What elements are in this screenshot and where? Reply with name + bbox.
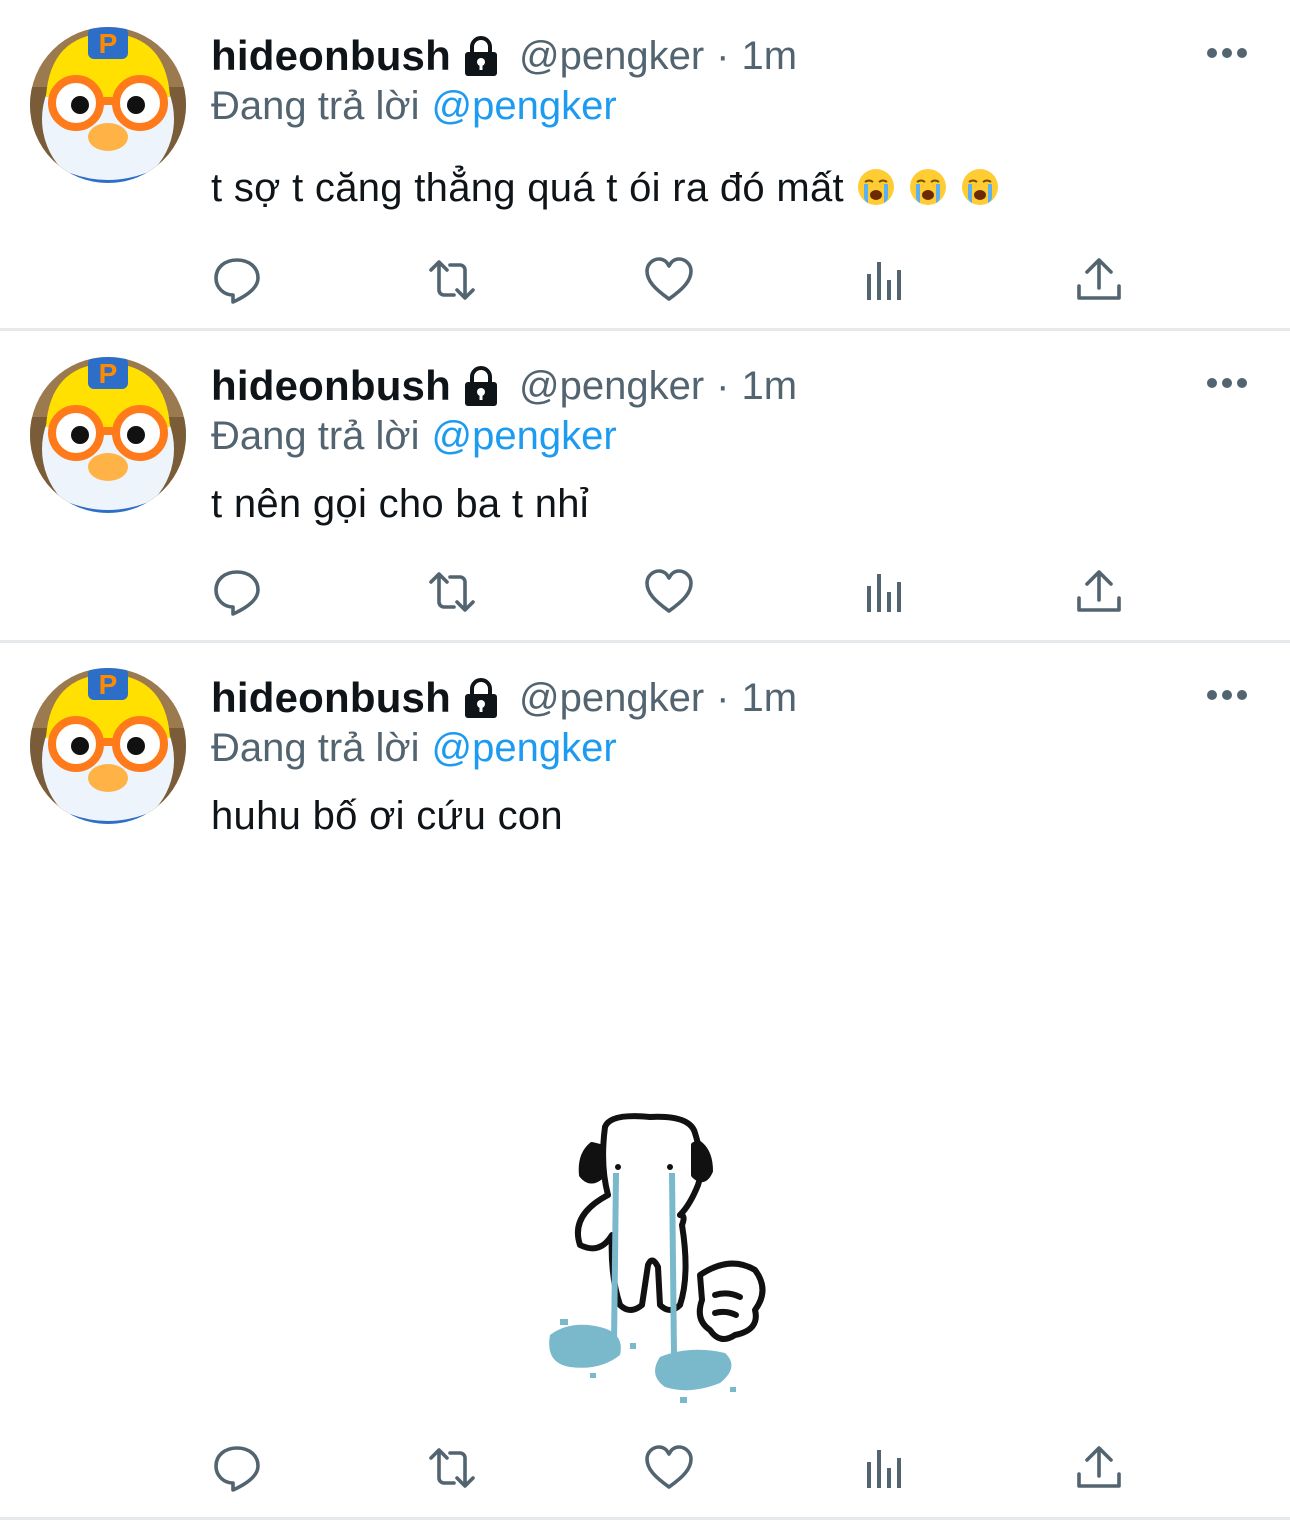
replying-to: Đang trả lời @pengker <box>211 414 617 459</box>
avatar[interactable] <box>30 668 186 824</box>
lock-icon <box>461 676 501 720</box>
retweet-icon <box>426 566 478 618</box>
analytics-button[interactable] <box>858 254 910 306</box>
timestamp[interactable]: 1m <box>741 676 797 721</box>
like-button[interactable] <box>643 566 695 618</box>
like-icon <box>643 254 695 306</box>
like-icon <box>643 566 695 618</box>
timestamp[interactable]: 1m <box>741 364 797 409</box>
more-icon[interactable] <box>1206 688 1248 702</box>
tweet-text-content: t nên gọi cho ba t nhỉ <box>211 482 589 526</box>
analytics-button[interactable] <box>858 1442 910 1494</box>
share-button[interactable] <box>1073 566 1125 618</box>
tweet-text: huhu bố ơi cứu con <box>211 794 563 839</box>
share-icon <box>1073 1442 1125 1494</box>
like-button[interactable] <box>643 254 695 306</box>
separator-dot: · <box>716 675 730 720</box>
tweet-text: t nên gọi cho ba t nhỉ <box>211 482 589 527</box>
tweet[interactable]: hideonbush @pengker · 1m Đang trả lời @pe… <box>0 0 1290 330</box>
tweet-header: hideonbush @pengker · 1m <box>211 26 797 86</box>
display-name[interactable]: hideonbush <box>211 674 451 722</box>
username-handle[interactable]: @pengker <box>519 676 704 721</box>
share-icon <box>1073 254 1125 306</box>
reply-mention-link[interactable]: @pengker <box>432 414 617 458</box>
avatar[interactable] <box>30 27 186 183</box>
username-handle[interactable]: @pengker <box>519 364 704 409</box>
lock-icon <box>461 34 501 78</box>
tweet-text-content: t sợ t căng thẳng quá t ói ra đó mất <box>211 166 844 210</box>
more-icon[interactable] <box>1206 376 1248 390</box>
analytics-icon <box>858 254 910 306</box>
replying-to: Đang trả lời @pengker <box>211 726 617 771</box>
retweet-button[interactable] <box>426 566 478 618</box>
separator-dot: · <box>716 33 730 78</box>
tweet-header: hideonbush @pengker · 1m <box>211 668 797 728</box>
lock-icon <box>461 364 501 408</box>
reply-icon <box>211 254 263 306</box>
tweet[interactable]: hideonbush @pengker · 1m Đang trả lời @pe… <box>0 331 1290 641</box>
loudly-crying-face-icon <box>960 167 1000 207</box>
share-button[interactable] <box>1073 254 1125 306</box>
reply-mention-link[interactable]: @pengker <box>432 726 617 770</box>
more-icon[interactable] <box>1206 46 1248 60</box>
tweet-header: hideonbush @pengker · 1m <box>211 356 797 416</box>
reply-button[interactable] <box>211 1442 263 1494</box>
share-button[interactable] <box>1073 1442 1125 1494</box>
reply-icon <box>211 1442 263 1494</box>
analytics-icon <box>858 566 910 618</box>
sticker-image[interactable] <box>530 1105 790 1425</box>
replying-to: Đang trả lời @pengker <box>211 84 617 129</box>
timestamp[interactable]: 1m <box>741 34 797 79</box>
divider <box>0 1517 1290 1520</box>
retweet-button[interactable] <box>426 1442 478 1494</box>
avatar[interactable] <box>30 357 186 513</box>
reply-prefix: Đang trả lời <box>211 414 420 458</box>
like-button[interactable] <box>643 1442 695 1494</box>
loudly-crying-face-icon <box>856 167 896 207</box>
reply-prefix: Đang trả lời <box>211 726 420 770</box>
analytics-icon <box>858 1442 910 1494</box>
retweet-icon <box>426 1442 478 1494</box>
analytics-button[interactable] <box>858 566 910 618</box>
reply-prefix: Đang trả lời <box>211 84 420 128</box>
display-name[interactable]: hideonbush <box>211 32 451 80</box>
display-name[interactable]: hideonbush <box>211 362 451 410</box>
reply-button[interactable] <box>211 254 263 306</box>
loudly-crying-face-icon <box>908 167 948 207</box>
reply-icon <box>211 566 263 618</box>
share-icon <box>1073 566 1125 618</box>
tweet-text: t sợ t căng thẳng quá t ói ra đó mất <box>211 166 1000 211</box>
reply-mention-link[interactable]: @pengker <box>432 84 617 128</box>
tweet-text-content: huhu bố ơi cứu con <box>211 794 563 838</box>
reply-button[interactable] <box>211 566 263 618</box>
separator-dot: · <box>716 363 730 408</box>
username-handle[interactable]: @pengker <box>519 34 704 79</box>
like-icon <box>643 1442 695 1494</box>
retweet-icon <box>426 254 478 306</box>
retweet-button[interactable] <box>426 254 478 306</box>
